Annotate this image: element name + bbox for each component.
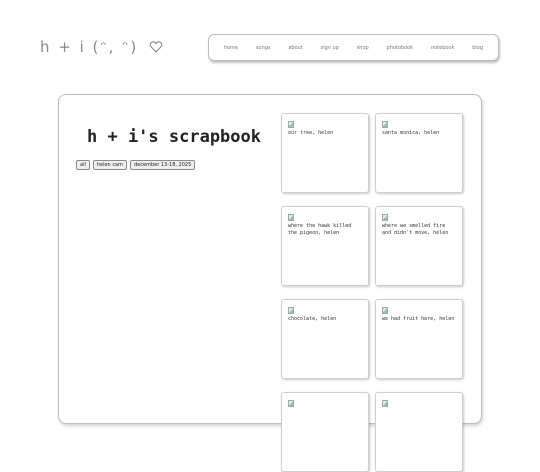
- broken-image-icon: [288, 214, 294, 221]
- nav-link-notebook[interactable]: notebook: [431, 45, 454, 51]
- nav-link-photobook[interactable]: photobook: [387, 45, 414, 51]
- nav-link-songs[interactable]: songs: [256, 45, 271, 51]
- photo-card[interactable]: [375, 392, 463, 472]
- photo-card[interactable]: where the hawk killed the pigeon, helen: [281, 206, 369, 286]
- broken-image-icon: [288, 121, 294, 128]
- photo-card[interactable]: we had fruit here, helen: [375, 299, 463, 379]
- photo-caption: our tree, helen: [288, 130, 334, 136]
- site-logo-text: h + i (ᵔ, ᵔ): [40, 38, 139, 56]
- photo-grid: our tree, helen santa monica, helen wher…: [281, 113, 463, 472]
- photo-card[interactable]: where we smelled fire and didn't move, h…: [375, 206, 463, 286]
- nav-link-shop[interactable]: shop: [357, 45, 369, 51]
- broken-image-icon: [288, 307, 294, 314]
- broken-image-icon: [382, 121, 388, 128]
- broken-image-icon: [382, 307, 388, 314]
- filter-date-button[interactable]: december 13-18, 2025: [130, 160, 196, 170]
- site-logo[interactable]: h + i (ᵔ, ᵔ): [40, 38, 163, 56]
- photo-caption: we had fruit here, helen: [382, 316, 455, 322]
- page-title: h + i's scrapbook: [87, 127, 261, 147]
- main-nav: home songs about sign up shop photobook …: [208, 34, 499, 61]
- nav-link-blog[interactable]: blog: [472, 45, 483, 51]
- filter-all-button[interactable]: all: [76, 160, 90, 170]
- photo-card[interactable]: chocolate, helen: [281, 299, 369, 379]
- nav-link-sign-up[interactable]: sign up: [321, 45, 339, 51]
- heart-icon: [149, 41, 163, 53]
- broken-image-icon: [382, 214, 388, 221]
- photo-card[interactable]: [281, 392, 369, 472]
- photo-caption: where the hawk killed the pigeon, helen: [288, 223, 352, 236]
- photo-card[interactable]: our tree, helen: [281, 113, 369, 193]
- photo-caption: santa monica, helen: [382, 130, 440, 136]
- filter-helen-cam-button[interactable]: helen cam: [92, 160, 127, 170]
- nav-link-home[interactable]: home: [224, 45, 238, 51]
- photo-caption: where we smelled fire and didn't move, h…: [382, 223, 449, 236]
- nav-link-about[interactable]: about: [288, 45, 302, 51]
- photo-card[interactable]: santa monica, helen: [375, 113, 463, 193]
- broken-image-icon: [288, 400, 294, 407]
- broken-image-icon: [382, 400, 388, 407]
- filter-bar: all helen cam december 13-18, 2025: [76, 160, 196, 170]
- photo-caption: chocolate, helen: [288, 316, 337, 322]
